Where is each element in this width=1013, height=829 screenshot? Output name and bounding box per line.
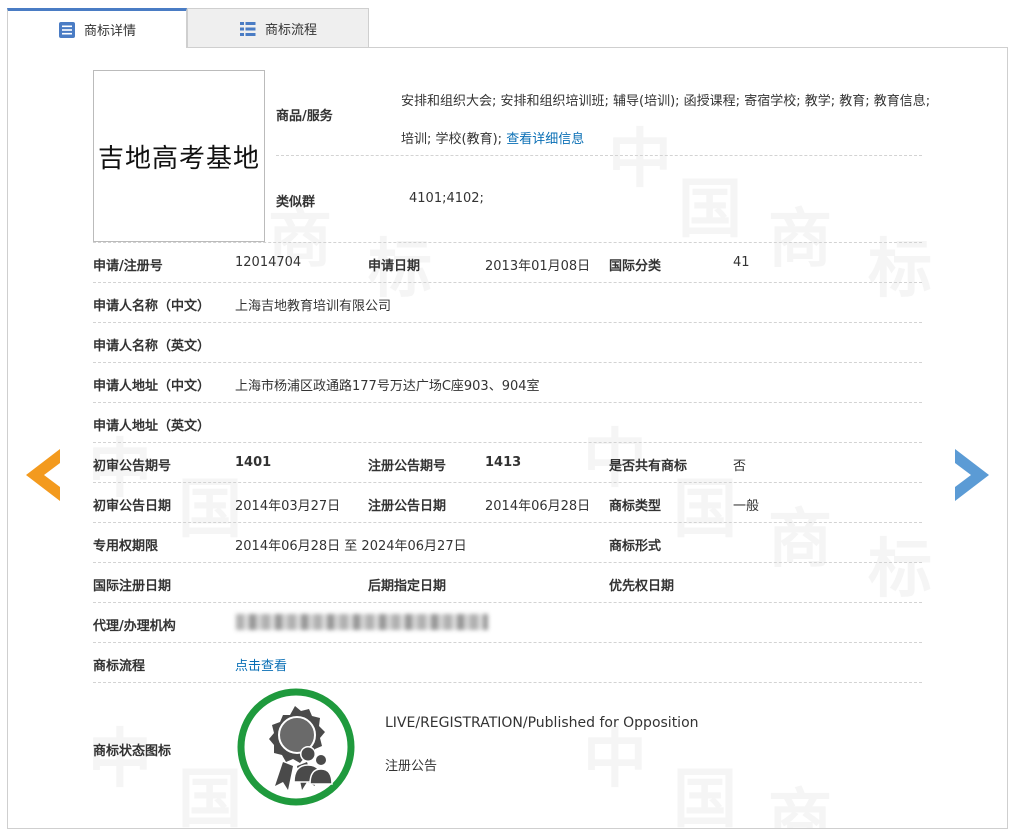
tab-label: 商标流程: [264, 23, 317, 38]
list-icon: [239, 21, 256, 36]
watermark: 标: [868, 232, 932, 307]
reg-no-label: 申请/注册号: [93, 259, 163, 274]
goods-services-text: 安排和组织大会; 安排和组织培训班; 辅导(培训); 函授课程; 寄宿学校; 教…: [401, 94, 931, 147]
tab-trademark-flow[interactable]: 商标流程: [187, 8, 369, 48]
watermark: 国: [678, 172, 742, 247]
agency-value-redacted: [236, 614, 488, 630]
trademark-image-text: 吉地高考基地: [97, 143, 260, 174]
intl-class-label: 国际分类: [609, 259, 662, 274]
tm-form-label: 商标形式: [609, 539, 662, 554]
divider: [93, 562, 922, 563]
agency-label: 代理/办理机构: [93, 619, 176, 634]
applicant-cn-label: 申请人名称（中文）: [93, 299, 211, 314]
divider: [276, 155, 922, 156]
reg-notice-date-label: 注册公告日期: [368, 499, 447, 514]
address-cn-value: 上海市杨浦区政通路177号万达广场C座903、904室: [235, 379, 540, 394]
reg-notice-no-label: 注册公告期号: [368, 459, 447, 474]
divider: [93, 522, 922, 523]
process-label: 商标流程: [93, 659, 146, 674]
prelim-date-value: 2014年03月27日: [235, 499, 341, 514]
watermark: 商: [768, 782, 832, 829]
divider: [93, 242, 922, 243]
intl-reg-date-label: 国际注册日期: [93, 579, 172, 594]
watermark: 商: [768, 202, 832, 277]
shared-value: 否: [733, 459, 747, 474]
validity-label: 专用权期限: [93, 539, 159, 554]
applicant-en-label: 申请人名称（英文）: [93, 339, 211, 354]
priority-date-label: 优先权日期: [609, 579, 675, 594]
shared-label: 是否共有商标: [609, 459, 688, 474]
tab-bar: 商标详情 商标流程: [7, 8, 1007, 48]
watermark: 中: [583, 422, 647, 497]
trademark-detail-panel: 中 国 商 标 商 标 中 国 中 国 商 标 中 国 中 国 商 吉地高考基地…: [7, 47, 1008, 829]
chevron-left-icon[interactable]: [26, 449, 62, 501]
app-date-value: 2013年01月08日: [485, 259, 591, 274]
watermark: 商: [768, 502, 832, 577]
reg-notice-date-value: 2014年06月28日: [485, 499, 591, 514]
view-detail-link[interactable]: 查看详细信息: [506, 132, 584, 147]
divider: [93, 442, 922, 443]
trademark-image[interactable]: 吉地高考基地: [93, 70, 265, 242]
later-date-label: 后期指定日期: [368, 579, 447, 594]
tm-type-value: 一般: [733, 499, 760, 514]
validity-value: 2014年06月28日 至 2024年06月27日: [235, 539, 467, 554]
reg-notice-no-value: 1413: [485, 455, 522, 470]
prelim-no-value: 1401: [235, 455, 272, 470]
address-cn-label: 申请人地址（中文）: [93, 379, 211, 394]
chevron-right-icon[interactable]: [953, 449, 989, 501]
process-view-link[interactable]: 点击查看: [235, 655, 287, 674]
goods-services-label: 商品/服务: [276, 109, 333, 124]
divider: [93, 322, 922, 323]
divider: [93, 402, 922, 403]
app-date-label: 申请日期: [368, 259, 421, 274]
divider: [93, 282, 922, 283]
registration-status-icon: [237, 688, 355, 806]
divider: [93, 642, 922, 643]
divider: [93, 362, 922, 363]
intl-class-value: 41: [733, 255, 750, 270]
tab-trademark-detail[interactable]: 商标详情: [7, 8, 187, 48]
reg-no-value: 12014704: [235, 255, 302, 270]
similar-group-label: 类似群: [276, 195, 316, 210]
address-en-label: 申请人地址（英文）: [93, 419, 211, 434]
divider: [93, 602, 922, 603]
watermark: 标: [868, 532, 932, 607]
tm-type-label: 商标类型: [609, 499, 662, 514]
tab-label: 商标详情: [83, 24, 136, 39]
document-list-icon: [58, 21, 75, 38]
prelim-date-label: 初审公告日期: [93, 499, 172, 514]
status-text-cn: 注册公告: [385, 759, 438, 774]
goods-services-value: 安排和组织大会; 安排和组织培训班; 辅导(培训); 函授课程; 寄宿学校; 教…: [401, 83, 931, 159]
similar-group-value: 4101;4102;: [409, 191, 484, 206]
watermark: 国: [178, 472, 242, 547]
divider: [93, 482, 922, 483]
watermark: 国: [178, 762, 242, 829]
watermark: 国: [673, 762, 737, 829]
applicant-cn-value: 上海吉地教育培训有限公司: [235, 299, 392, 314]
prelim-no-label: 初审公告期号: [93, 459, 172, 474]
status-text-en: LIVE/REGISTRATION/Published for Oppositi…: [385, 715, 699, 731]
divider: [93, 682, 922, 683]
status-icon-label: 商标状态图标: [93, 744, 172, 759]
